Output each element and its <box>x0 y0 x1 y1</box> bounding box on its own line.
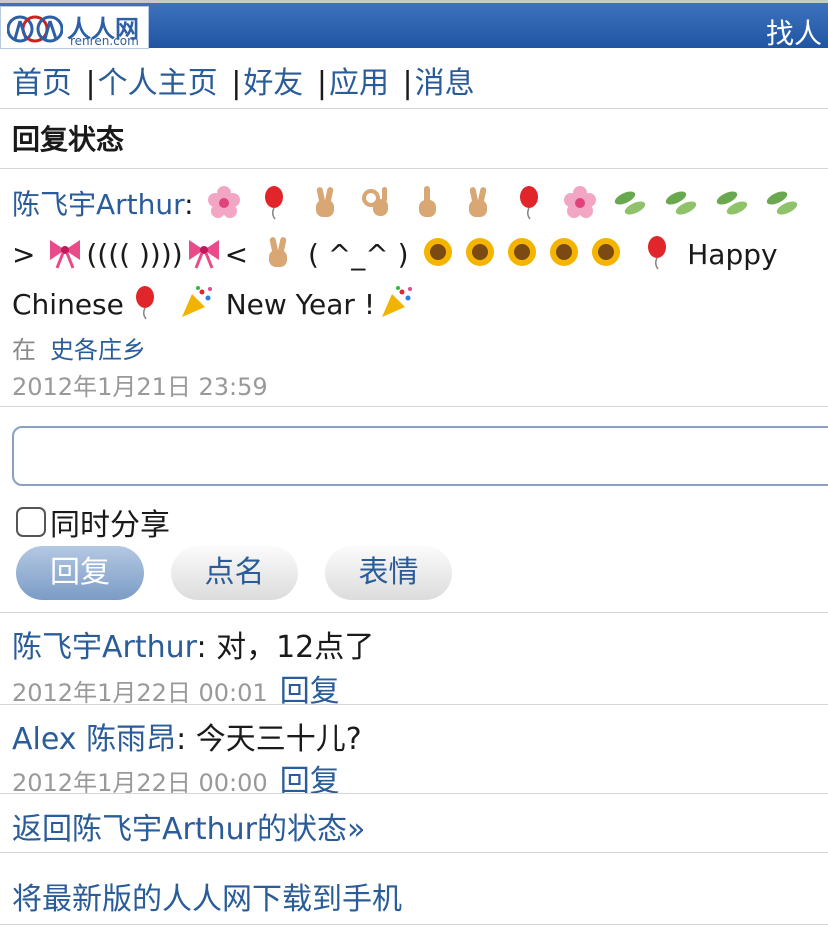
status-text-lt: < <box>224 238 249 271</box>
reply-button[interactable]: 回复 <box>16 546 144 600</box>
reply-input[interactable] <box>12 426 828 486</box>
divider <box>0 406 828 407</box>
divider <box>0 612 828 613</box>
nav-apps[interactable]: 应用 <box>329 66 389 101</box>
party-popper-icon <box>378 284 414 320</box>
ok-hand-icon <box>358 184 394 220</box>
victory-hand-icon <box>260 234 296 270</box>
main-nav: 首页 |个人主页 |好友 |应用 |消息 <box>12 58 475 102</box>
divider <box>0 108 828 109</box>
status-author-link[interactable]: 陈飞宇Arthur <box>12 188 184 221</box>
leaves-icon <box>765 184 801 220</box>
nav-profile[interactable]: 个人主页 <box>98 66 218 101</box>
logo-domain: renren.com <box>70 34 139 48</box>
nav-separator: | <box>402 66 413 101</box>
share-label: 同时分享 <box>50 508 170 543</box>
divider <box>0 704 828 705</box>
ribbon-icon <box>47 234 83 270</box>
nav-home[interactable]: 首页 <box>12 66 72 101</box>
status-text-face: ( ^_^ ) <box>307 238 409 271</box>
top-bar: 人人网 renren.com 找人 <box>0 0 828 50</box>
pointing-up-icon <box>409 184 445 220</box>
nav-separator: | <box>316 66 327 101</box>
status-text-newyear: New Year ! <box>225 288 376 321</box>
comment-author-link[interactable]: 陈飞宇Arthur <box>12 630 196 665</box>
comment-item: 陈飞宇Arthur: 对，12点了 <box>12 622 374 666</box>
sunflower-icon <box>420 234 456 270</box>
find-people-link[interactable]: 找人 <box>766 12 822 52</box>
nav-separator: | <box>231 66 242 101</box>
renren-logo[interactable]: 人人网 renren.com <box>0 6 149 49</box>
page-title: 回复状态 <box>12 123 125 156</box>
comment-text: : 对，12点了 <box>196 630 375 665</box>
leaves-icon <box>613 184 649 220</box>
emoji-button[interactable]: 表情 <box>325 546 452 600</box>
comment-author-link[interactable]: Alex 陈雨昂 <box>12 722 176 757</box>
flower-icon <box>562 184 598 220</box>
leaves-icon <box>664 184 700 220</box>
original-status: 陈飞宇Arthur: > (((( )))) < ( ^_^ ) Happy Ch… <box>12 180 824 330</box>
victory-hand-icon <box>460 184 496 220</box>
comment-text: : 今天三十儿? <box>176 722 362 757</box>
divider <box>0 168 828 169</box>
download-app-link[interactable]: 将最新版的人人网下载到手机 <box>12 874 402 918</box>
share-checkbox[interactable] <box>16 507 46 537</box>
balloon-icon <box>127 284 163 320</box>
flower-icon <box>206 184 242 220</box>
balloon-icon <box>256 184 292 220</box>
back-to-status-link[interactable]: 返回陈飞宇Arthur的状态» <box>12 804 365 848</box>
status-colon: : <box>184 188 194 221</box>
nav-friends[interactable]: 好友 <box>243 66 303 101</box>
divider <box>0 793 828 794</box>
sunflower-icon <box>588 234 624 270</box>
divider <box>0 924 828 925</box>
mention-button[interactable]: 点名 <box>171 546 298 600</box>
ribbon-icon <box>186 234 222 270</box>
location-prefix: 在 <box>12 336 36 364</box>
share-option[interactable]: 同时分享 <box>16 500 170 544</box>
sunflower-icon <box>462 234 498 270</box>
balloon-icon <box>639 234 675 270</box>
divider <box>0 852 828 853</box>
status-location: 在史各庄乡 <box>12 330 146 365</box>
nav-messages[interactable]: 消息 <box>415 66 475 101</box>
comment-item: Alex 陈雨昂: 今天三十儿? <box>12 714 362 758</box>
status-text-paren: (((( )))) <box>86 238 183 271</box>
sunflower-icon <box>546 234 582 270</box>
balloon-icon <box>511 184 547 220</box>
status-text-gt: > <box>12 238 36 271</box>
nav-separator: | <box>85 66 96 101</box>
status-timestamp: 2012年1月21日 23:59 <box>12 373 268 401</box>
party-popper-icon <box>178 284 214 320</box>
location-link[interactable]: 史各庄乡 <box>50 336 146 364</box>
victory-hand-icon <box>307 184 343 220</box>
comment-timestamp: 2012年1月22日 00:01 <box>12 679 268 707</box>
leaves-icon <box>715 184 751 220</box>
sunflower-icon <box>504 234 540 270</box>
renren-logo-icon <box>7 15 63 43</box>
